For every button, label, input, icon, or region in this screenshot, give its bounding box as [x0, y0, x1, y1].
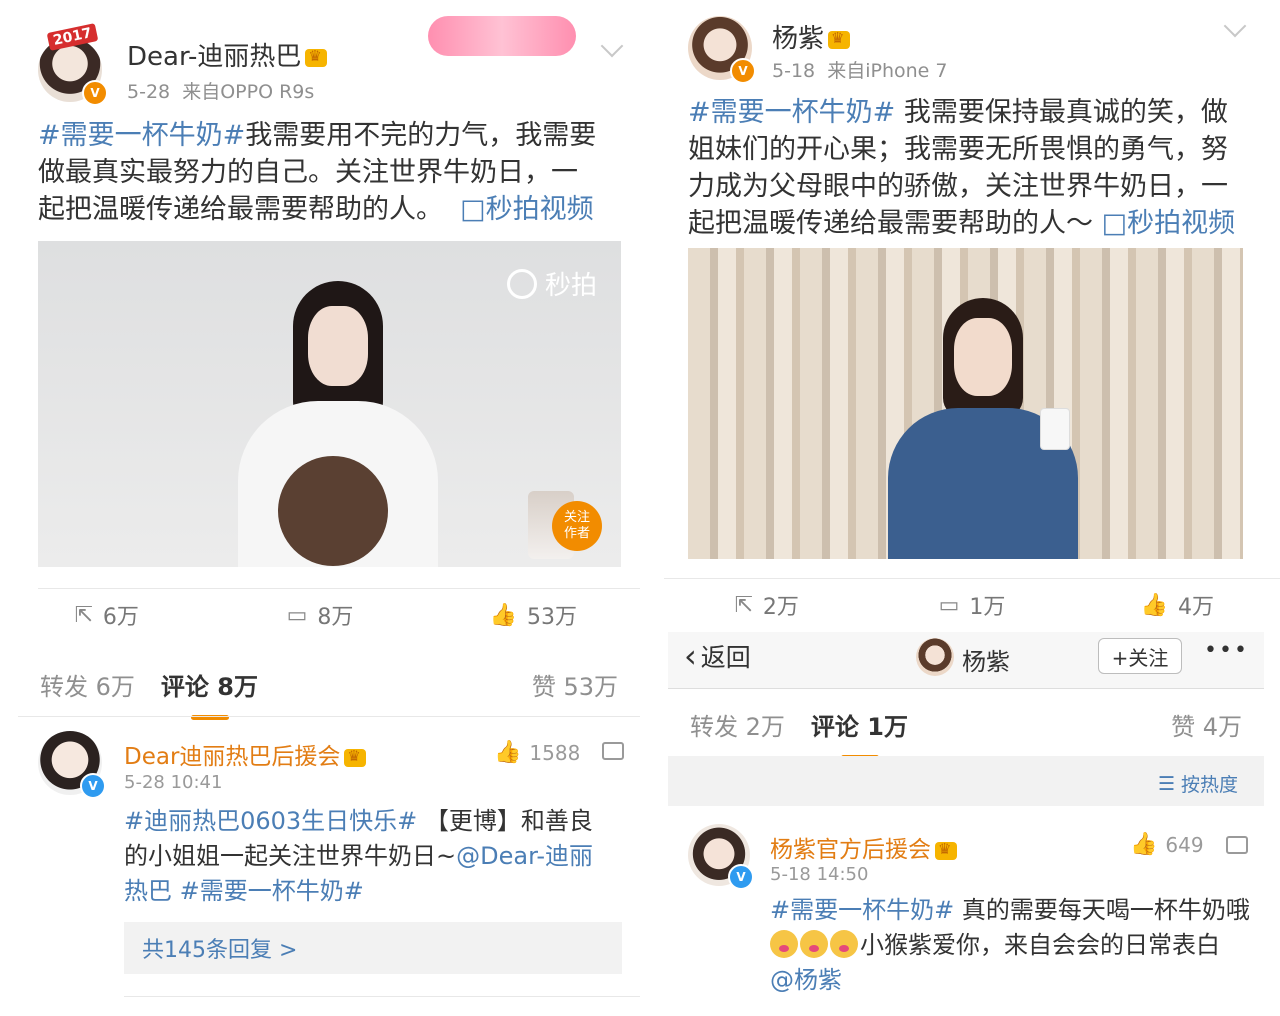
- watermark-logo-icon: [506, 268, 537, 299]
- kiss-emoji-icon: [770, 930, 798, 958]
- post-username[interactable]: Dear-迪丽热巴: [127, 36, 328, 73]
- post-username[interactable]: 杨紫: [772, 18, 851, 55]
- tab-comments[interactable]: 评论 8万: [161, 667, 258, 720]
- post-action-bar: ⇱ 6万 ▭ 8万 👍 53万: [0, 588, 640, 642]
- back-button[interactable]: ‹ 返回: [684, 638, 751, 674]
- like-button[interactable]: 👍 4万: [1075, 578, 1280, 632]
- comment-button[interactable]: ▭ 1万: [869, 578, 1074, 632]
- panel-gap: [640, 0, 664, 1016]
- topic-link[interactable]: #需要一杯牛奶#: [172, 877, 364, 905]
- share-icon: ⇱: [734, 592, 753, 618]
- post-text: #需要一杯牛奶#我需要用不完的力气，我需要 做最真实最努力的自己。关注世界牛奶日…: [38, 120, 597, 225]
- topic-link[interactable]: #迪丽热巴0603生日快乐#: [124, 807, 417, 835]
- more-options-icon[interactable]: •••: [1204, 638, 1249, 663]
- mention-link[interactable]: @Dear-迪丽: [456, 842, 593, 870]
- vip-crown-icon: [344, 747, 367, 767]
- comment-like-button[interactable]: 👍 649: [1130, 832, 1204, 857]
- follow-button[interactable]: +关注: [1098, 638, 1182, 674]
- video-watermark: 秒拍: [506, 265, 597, 302]
- nav-avatar: [916, 638, 954, 676]
- topic-link[interactable]: #需要一杯牛奶#: [38, 120, 245, 151]
- video-player[interactable]: 秒拍 关注 作者: [38, 241, 621, 567]
- comment-author[interactable]: Dear迪丽热巴后援会: [124, 737, 367, 771]
- comment-tabs: 转发 6万 评论 8万 赞 53万: [40, 652, 640, 720]
- person-figure: [238, 281, 438, 567]
- comment-author[interactable]: 杨紫官方后援会: [770, 830, 957, 864]
- divider: [124, 996, 640, 997]
- sort-by-hot-button[interactable]: ☰ 按热度: [1158, 770, 1238, 797]
- video-link[interactable]: □秒拍视频: [1102, 208, 1236, 239]
- comment-like-button[interactable]: 👍 1588: [494, 740, 580, 765]
- vip-crown-icon: [305, 47, 328, 67]
- comment-icon: ▭: [286, 602, 308, 628]
- tab-comments[interactable]: 评论 1万: [811, 707, 908, 760]
- tab-likes[interactable]: 赞 4万: [1171, 707, 1242, 742]
- tab-repost[interactable]: 转发 2万: [690, 707, 785, 742]
- mention-link[interactable]: @杨紫: [770, 966, 842, 994]
- comment-icon: ▭: [938, 592, 960, 618]
- post-meta: 5-28 来自OPPO R9s: [127, 81, 315, 103]
- comment-time: 5-28 10:41: [124, 772, 223, 793]
- mention-link-cont[interactable]: 热巴: [124, 877, 172, 905]
- comment-tabs: 转发 2万 评论 1万 赞 4万: [690, 692, 1264, 760]
- chevron-left-icon: ‹: [684, 637, 697, 675]
- chevron-down-icon[interactable]: [600, 34, 624, 58]
- follow-author-button[interactable]: 关注 作者: [528, 491, 610, 559]
- reply-comment-icon[interactable]: [602, 742, 624, 760]
- divider: [18, 716, 640, 717]
- vip-crown-icon: [935, 840, 957, 860]
- topic-link[interactable]: #需要一杯牛奶#: [770, 896, 954, 924]
- person-figure: [888, 298, 1088, 559]
- thumbs-up-icon: 👍: [494, 740, 522, 765]
- video-player[interactable]: [688, 248, 1243, 559]
- navigation-bar: ‹ 返回 杨紫 +关注 •••: [668, 632, 1264, 689]
- right-weibo-post: V 杨紫 5-18 来自iPhone 7 #需要一杯牛奶# 我需要保持最真诚的笑…: [664, 0, 1280, 1016]
- sort-icon: ☰: [1158, 772, 1176, 795]
- kiss-emoji-icon: [830, 930, 858, 958]
- repost-button[interactable]: ⇱ 6万: [0, 588, 213, 642]
- tab-repost[interactable]: 转发 6万: [40, 667, 135, 702]
- comment-text: #需要一杯牛奶# 真的需要每天喝一杯牛奶哦 小猴紫爱你，来自会会的日常表白 @杨…: [770, 896, 1250, 994]
- thumbs-up-icon: 👍: [1130, 832, 1158, 857]
- comment-text: #迪丽热巴0603生日快乐# 【更博】和善良 的小姐姐一起关注世界牛奶日~@De…: [124, 807, 594, 905]
- like-button[interactable]: 👍 53万: [427, 588, 640, 642]
- verified-badge-icon: V: [82, 80, 108, 106]
- share-icon: ⇱: [74, 602, 93, 628]
- post-action-bar: ⇱ 2万 ▭ 1万 👍 4万: [664, 578, 1280, 632]
- nav-title: 杨紫: [962, 648, 1010, 676]
- thumbs-up-icon: 👍: [1140, 592, 1169, 618]
- left-weibo-post: 2017 V Dear-迪丽热巴 5-28 来自OPPO R9s #需要一杯牛奶…: [0, 0, 640, 1016]
- post-meta: 5-18 来自iPhone 7: [772, 60, 948, 82]
- verified-badge-icon: V: [730, 58, 756, 84]
- verified-badge-icon: V: [80, 773, 106, 799]
- thumbs-up-icon: 👍: [489, 602, 518, 628]
- repost-button[interactable]: ⇱ 2万: [664, 578, 869, 632]
- decorative-banner: [428, 16, 576, 56]
- tab-likes[interactable]: 赞 53万: [532, 667, 618, 702]
- chevron-down-icon[interactable]: [1223, 14, 1247, 38]
- video-link[interactable]: □秒拍视频: [460, 194, 594, 225]
- topic-link[interactable]: #需要一杯牛奶#: [688, 97, 895, 128]
- comment-button[interactable]: ▭ 8万: [213, 588, 426, 642]
- comment-time: 5-18 14:50: [770, 864, 869, 885]
- reply-comment-icon[interactable]: [1226, 836, 1248, 854]
- vip-crown-icon: [828, 29, 851, 49]
- verified-badge-icon: V: [728, 864, 754, 890]
- replies-expand-button[interactable]: 共145条回复 >: [124, 922, 622, 974]
- post-text: #需要一杯牛奶# 我需要保持最真诚的笑，做 姐妹们的开心果；我需要无所畏惧的勇气…: [688, 97, 1236, 239]
- kiss-emoji-icon: [800, 930, 828, 958]
